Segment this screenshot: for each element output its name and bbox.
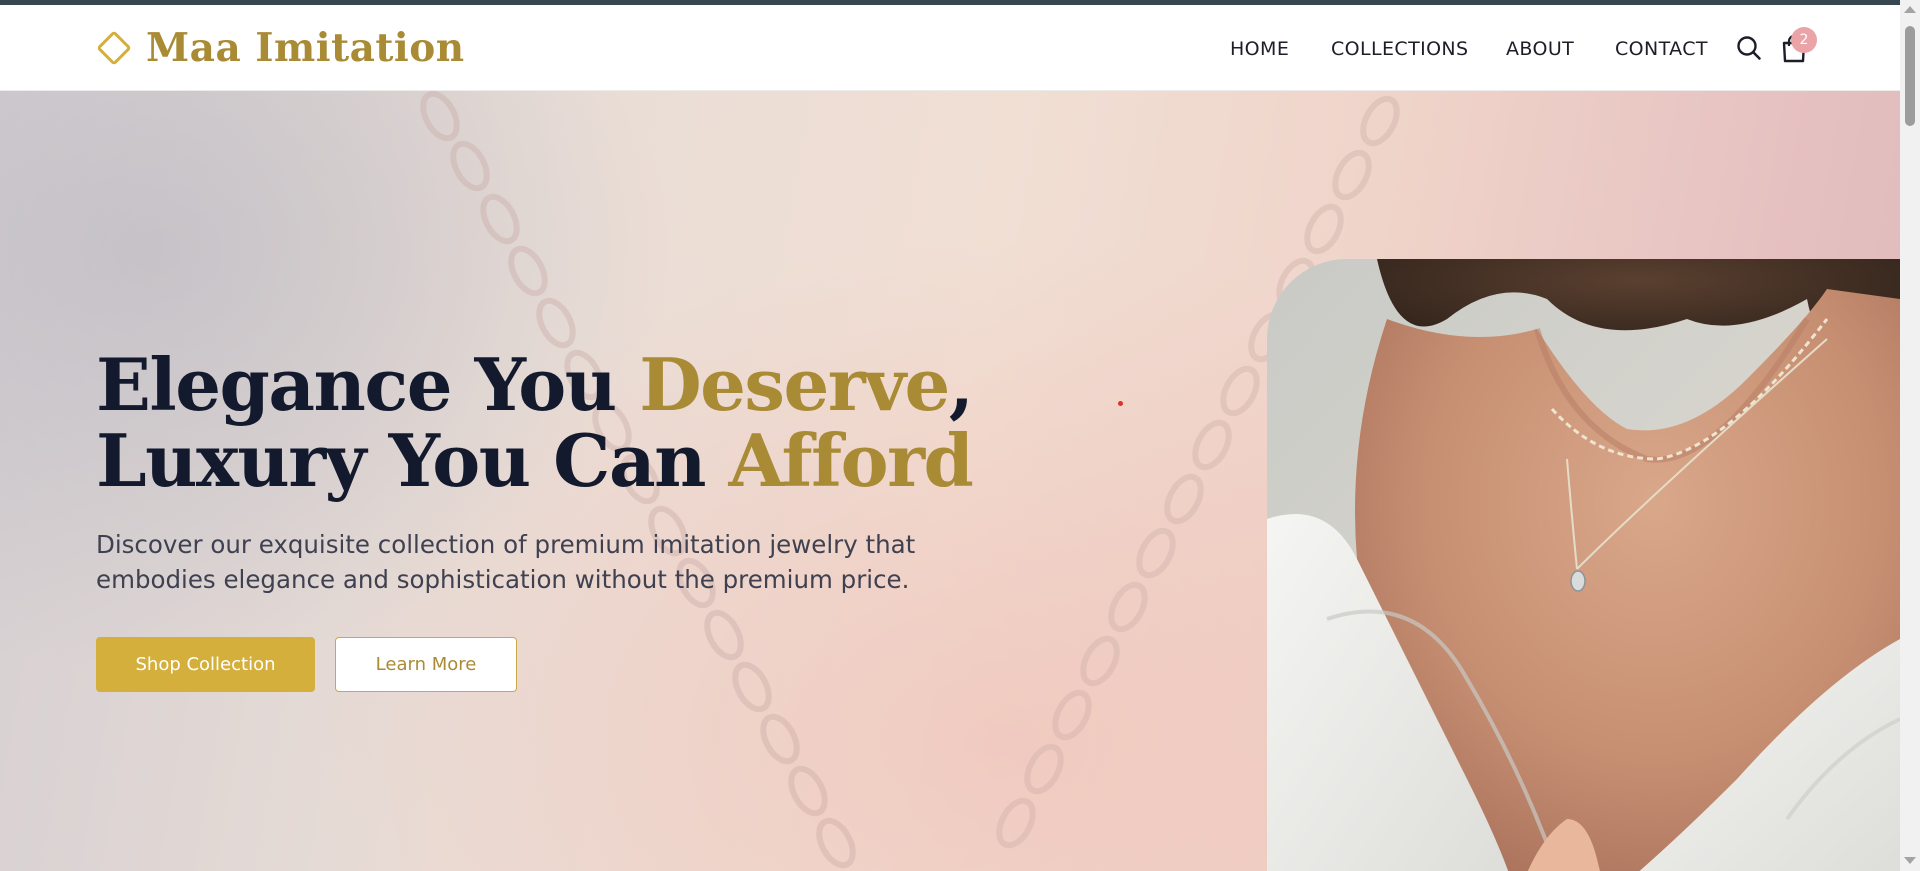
hero-section: Elegance You Deserve, Luxury You Can Aff… bbox=[0, 91, 1900, 871]
learn-more-button[interactable]: Learn More bbox=[335, 637, 517, 692]
nav-about[interactable]: ABOUT bbox=[1506, 38, 1574, 60]
diamond-logo-icon bbox=[97, 31, 131, 65]
hero-photo bbox=[1267, 259, 1900, 871]
headline-text: Elegance You bbox=[96, 342, 640, 427]
woman-necklace-photo bbox=[1267, 259, 1900, 871]
vertical-scrollbar[interactable] bbox=[1900, 0, 1920, 871]
headline-comma: , bbox=[948, 342, 974, 427]
nav-home[interactable]: HOME bbox=[1230, 38, 1289, 60]
cart-count-badge: 2 bbox=[1791, 27, 1817, 53]
decorative-dot bbox=[1118, 401, 1123, 406]
site-header: Maa Imitation HOME COLLECTIONS ABOUT CON… bbox=[0, 5, 1900, 91]
scrollbar-thumb[interactable] bbox=[1905, 26, 1915, 126]
brand-logo[interactable]: Maa Imitation bbox=[96, 25, 465, 71]
description-line-1: Discover our exquisite collection of pre… bbox=[96, 530, 916, 559]
headline-accent-afford: Afford bbox=[728, 418, 974, 503]
headline-text-line2: Luxury You Can bbox=[96, 418, 729, 503]
scroll-up-arrow-icon[interactable] bbox=[1904, 6, 1916, 13]
scroll-down-arrow-icon[interactable] bbox=[1904, 857, 1916, 864]
hero-headline: Elegance You Deserve, Luxury You Can Aff… bbox=[96, 347, 996, 499]
search-icon[interactable] bbox=[1736, 34, 1762, 62]
shop-collection-button[interactable]: Shop Collection bbox=[96, 637, 315, 692]
brand-name: Maa Imitation bbox=[146, 25, 465, 71]
description-line-2: embodies elegance and sophistication wit… bbox=[96, 565, 910, 594]
headline-accent-deserve: Deserve bbox=[639, 342, 950, 427]
hero-description: Discover our exquisite collection of pre… bbox=[96, 527, 976, 597]
nav-contact[interactable]: CONTACT bbox=[1615, 38, 1708, 60]
nav-collections[interactable]: COLLECTIONS bbox=[1331, 38, 1469, 60]
